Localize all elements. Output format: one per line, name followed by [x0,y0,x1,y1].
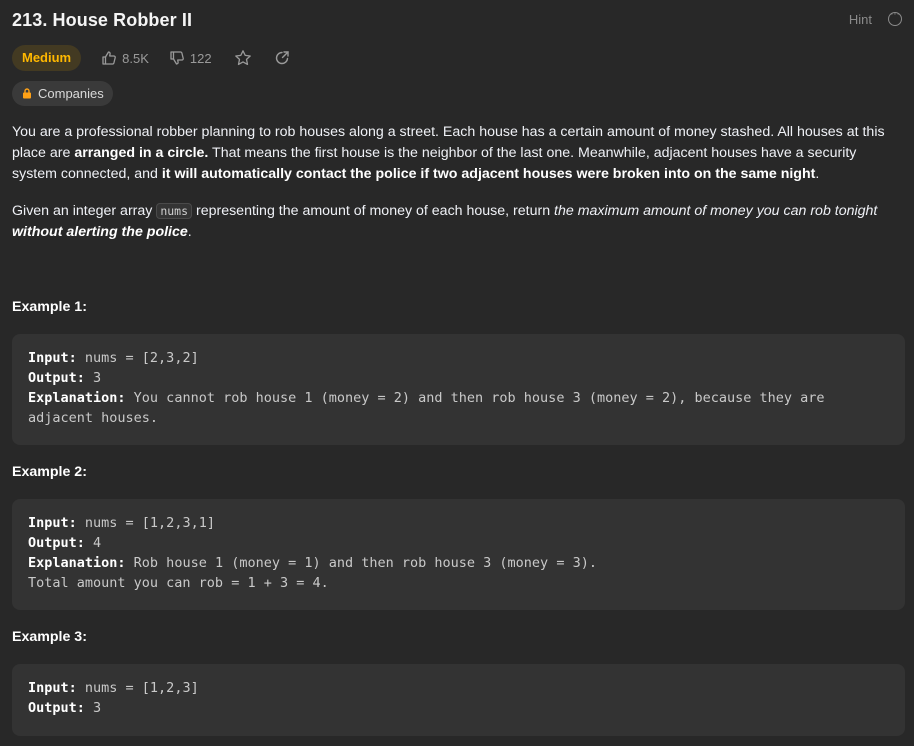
thumbs-up-icon [102,51,117,65]
dislikes-count: 122 [189,50,212,66]
dislike-button[interactable]: 122 [169,50,212,66]
share-icon [275,51,289,65]
problem-header: 213. House Robber II Hint [12,8,902,34]
example-2-title: Example 2: [12,464,87,480]
companies-label: Companies [38,86,104,101]
description-paragraph-1: You are a professional robber planning t… [12,124,885,182]
lock-icon [23,88,31,99]
favorite-button[interactable] [234,49,252,67]
thumbs-down-icon [170,51,184,65]
star-icon [234,50,251,66]
description-paragraph-2: Given an integer array nums representing… [12,203,878,240]
problem-meta-bar: Medium 8.5K 122 [12,45,290,71]
example-1-box: Input: nums = [2,3,2] Output: 3 Explanat… [12,334,905,445]
example-3-title: Example 3: [12,629,87,645]
example-1-title: Example 1: [12,299,87,315]
hint-button[interactable]: Hint [849,12,872,27]
problem-title: 213. House Robber II [12,10,193,30]
companies-tag[interactable]: Companies [12,81,113,106]
more-options-icon[interactable] [888,8,902,26]
share-button[interactable] [274,50,290,66]
inline-code-nums: nums [156,203,193,219]
problem-description: You are a professional robber planning t… [12,122,902,259]
example-2-box: Input: nums = [1,2,3,1] Output: 4 Explan… [12,499,905,610]
like-button[interactable]: 8.5K [101,50,149,66]
likes-count: 8.5K [122,50,149,66]
example-3-box: Input: nums = [1,2,3] Output: 3 [12,664,905,736]
difficulty-badge: Medium [12,45,82,71]
